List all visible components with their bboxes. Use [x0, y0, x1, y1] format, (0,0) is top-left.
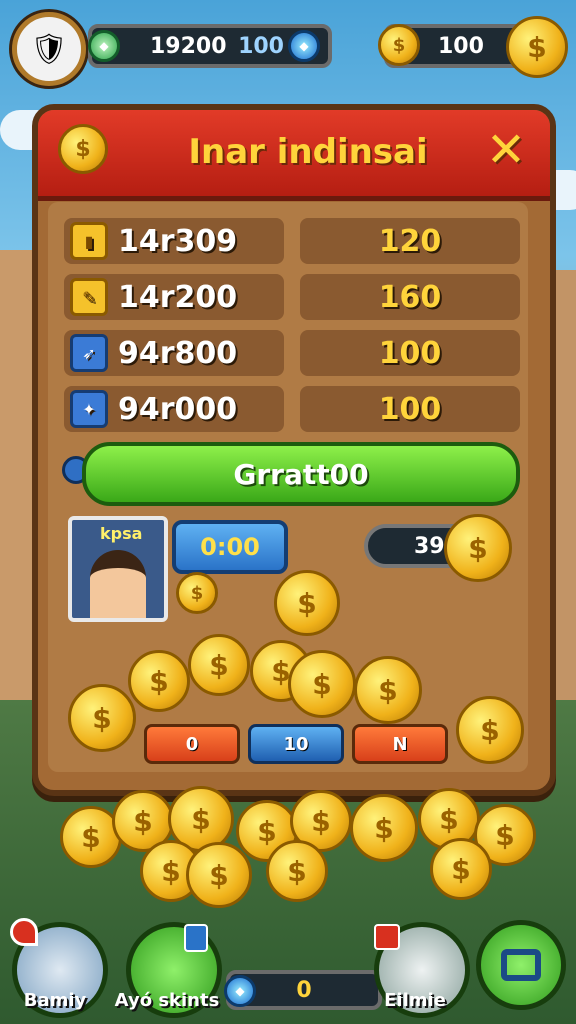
list-button-label: Eilmie	[384, 990, 446, 1011]
grid-icon	[501, 949, 541, 981]
blue-value: 100	[238, 33, 284, 59]
menu-button[interactable]	[476, 920, 566, 1010]
row-value: 160	[300, 274, 520, 320]
collect-button[interactable]: Grratt00	[82, 442, 520, 506]
character-portrait	[90, 550, 146, 618]
counter-value: 39	[414, 533, 445, 559]
coin-icon: $	[354, 656, 422, 724]
small-button-left[interactable]: 0	[144, 724, 240, 764]
coin-icon: $	[430, 838, 492, 900]
list-item[interactable]: ✎ 14r200 160	[64, 274, 524, 320]
top-bar: 🛡 ◆ 19200 100 ◆ 100 $ $	[0, 0, 576, 90]
gem-icon: ◆	[88, 30, 120, 62]
small-button-center[interactable]: 10	[248, 724, 344, 764]
center-counter-value: 0	[296, 977, 312, 1003]
list-item[interactable]: ▮ 14r309 120	[64, 218, 524, 264]
tool-icon: ✎	[70, 278, 108, 316]
coin-value: 100	[438, 33, 484, 59]
coin-icon: $	[188, 634, 250, 696]
character-button-label: Bamiy	[23, 990, 87, 1011]
timer-button[interactable]: 0:00	[172, 520, 288, 574]
coin-shop-button[interactable]: $	[506, 16, 568, 78]
row-label-cell: ➶ 94r800	[64, 330, 284, 376]
sword-icon: ➶	[70, 334, 108, 372]
coin-icon: $	[266, 840, 328, 902]
card-icon: ▮	[70, 222, 108, 260]
header-coin-icon: $	[58, 124, 108, 174]
row-label: 14r309	[118, 223, 238, 259]
character-card[interactable]: kpsa	[68, 516, 168, 622]
coin-icon: $	[444, 514, 512, 582]
row-value: 100	[300, 386, 520, 432]
small-button-right[interactable]: N	[352, 724, 448, 764]
center-counter: ◆ 0	[224, 970, 382, 1010]
currency-bar: ◆ 19200 100 ◆	[88, 24, 332, 68]
coin-icon: $	[176, 572, 218, 614]
blue-gem-icon: ◆	[224, 975, 256, 1007]
row-label: 94r800	[118, 335, 238, 371]
row-label: 94r000	[118, 391, 238, 427]
list-item[interactable]: ➶ 94r800 100	[64, 330, 524, 376]
list-item[interactable]: ✦ 94r000 100	[64, 386, 524, 432]
alert-badge-icon	[10, 918, 38, 946]
panel-header: $ Inar indinsai ✕	[38, 110, 550, 201]
coin-icon: $	[186, 842, 252, 908]
row-value: 100	[300, 330, 520, 376]
coin-icon: $	[128, 650, 190, 712]
coin-icon: $	[68, 684, 136, 752]
blue-gem-icon: ◆	[288, 30, 320, 62]
row-label-cell: ▮ 14r309	[64, 218, 284, 264]
skins-button-label: Ayó skints	[114, 990, 220, 1011]
row-label-cell: ✎ 14r200	[64, 274, 284, 320]
gem-value: 19200	[150, 33, 227, 59]
coin-icon: $	[288, 650, 356, 718]
row-label-cell: ✦ 94r000	[64, 386, 284, 432]
panel-title: Inar indinsai	[188, 132, 428, 172]
close-button[interactable]: ✕	[482, 126, 530, 174]
coin-icon: $	[378, 24, 420, 66]
player-avatar[interactable]: 🛡	[12, 12, 86, 86]
reward-panel: $ Inar indinsai ✕ ▮ 14r309 120 ✎ 14r200 …	[32, 104, 556, 796]
row-label: 14r200	[118, 279, 238, 315]
coin-icon: $	[274, 570, 340, 636]
coin-icon: $	[456, 696, 524, 764]
row-value: 120	[300, 218, 520, 264]
coin-icon: $	[350, 794, 418, 862]
bag-icon: ✦	[70, 390, 108, 428]
badge-icon	[374, 924, 400, 950]
character-label: kpsa	[100, 524, 143, 543]
badge-icon	[184, 924, 208, 952]
